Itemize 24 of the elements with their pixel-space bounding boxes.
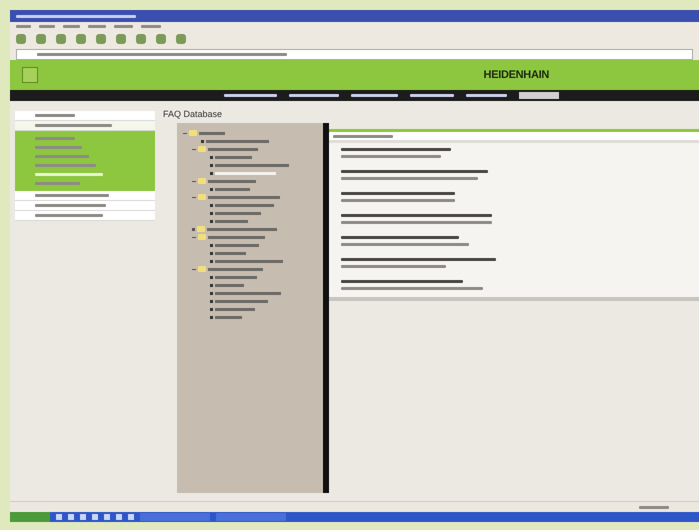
start-button[interactable] bbox=[10, 512, 50, 522]
search-field[interactable] bbox=[519, 92, 559, 99]
illegible-text bbox=[114, 24, 133, 28]
illegible-text bbox=[141, 24, 161, 28]
sidebar-item[interactable] bbox=[15, 201, 155, 211]
sidebar-item[interactable] bbox=[15, 211, 155, 221]
sidebar-item[interactable] bbox=[15, 111, 155, 121]
illegible-text bbox=[639, 506, 669, 508]
illegible-text bbox=[351, 94, 398, 97]
illegible-text bbox=[289, 94, 339, 97]
address-field[interactable] bbox=[16, 48, 693, 60]
illegible-text bbox=[63, 24, 80, 28]
illegible-text bbox=[410, 94, 454, 97]
page-title: FAQ Database bbox=[163, 109, 224, 121]
sidebar-item[interactable] bbox=[15, 121, 155, 131]
logo-text[interactable]: HEIDENHAIN bbox=[484, 69, 549, 81]
illegible-text bbox=[224, 94, 277, 97]
illegible-text bbox=[39, 24, 55, 28]
illegible-text bbox=[88, 24, 106, 28]
sidebar-item[interactable] bbox=[15, 191, 155, 201]
illegible-text bbox=[16, 24, 31, 28]
illegible-text bbox=[466, 94, 507, 97]
square-icon[interactable] bbox=[22, 67, 38, 83]
illegible-text bbox=[333, 134, 393, 138]
